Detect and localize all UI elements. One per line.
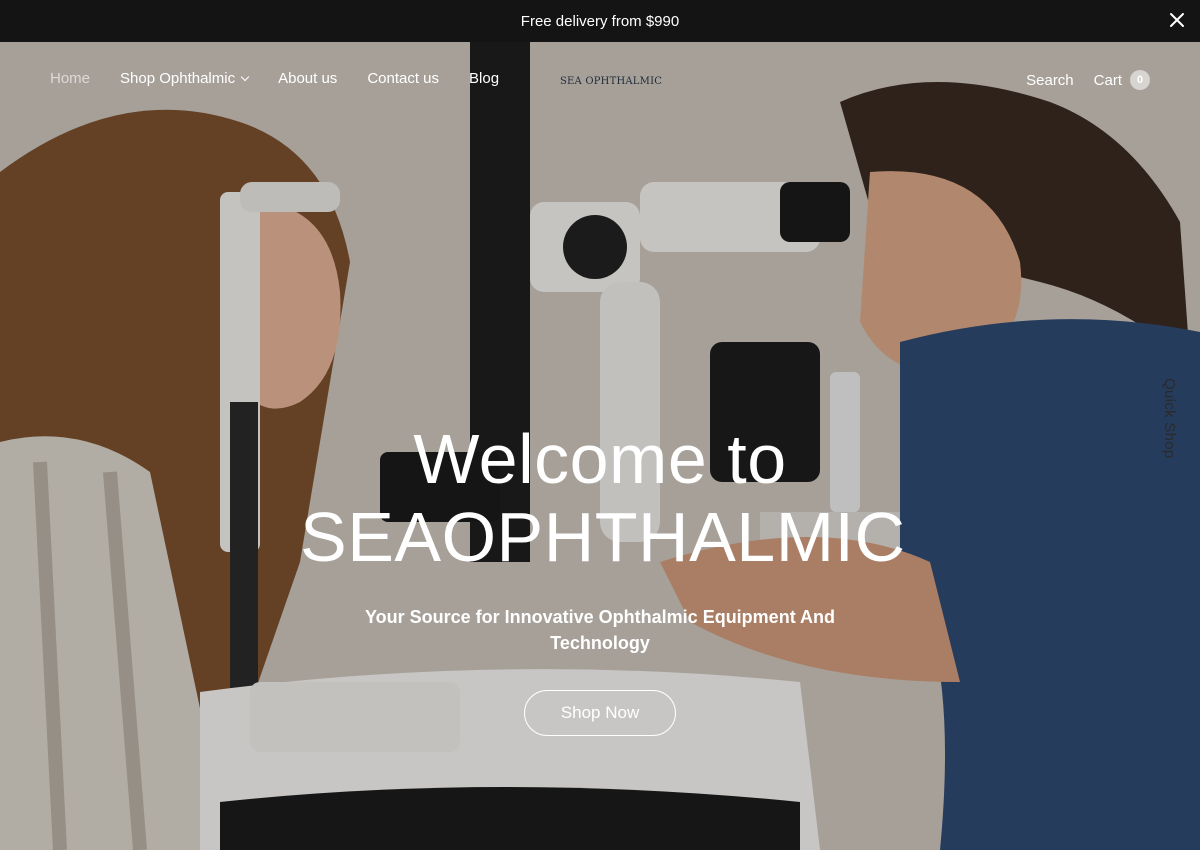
announcement-bar: Free delivery from $990 — [0, 0, 1200, 42]
hero-content: Welcome to SEAOPHTHALMIC Your Source for… — [300, 420, 906, 736]
close-icon[interactable] — [1168, 11, 1186, 29]
hero-title-line1: Welcome to — [413, 420, 787, 498]
nav-about-us[interactable]: About us — [278, 70, 337, 87]
nav-contact-us[interactable]: Contact us — [367, 70, 439, 87]
nav-shop-ophthalmic[interactable]: Shop Ophthalmic — [120, 70, 250, 87]
nav-shop-label: Shop Ophthalmic — [120, 70, 236, 87]
quick-shop-tab[interactable]: Quick Shop — [1161, 378, 1178, 459]
header-actions: Search Cart 0 — [1026, 70, 1150, 90]
search-link[interactable]: Search — [1026, 72, 1074, 89]
cart-link[interactable]: Cart 0 — [1094, 70, 1150, 90]
site-logo[interactable]: SEA OPHTHALMIC — [560, 76, 662, 87]
hero-subtitle: Your Source for Innovative Ophthalmic Eq… — [364, 607, 836, 653]
nav-home[interactable]: Home — [50, 70, 90, 87]
main-nav: Home Shop Ophthalmic About us Contact us… — [50, 70, 499, 87]
shop-now-button[interactable]: Shop Now — [524, 690, 676, 736]
hero-title-line2: SEAOPHTHALMIC — [300, 498, 906, 576]
site-header: Home Shop Ophthalmic About us Contact us… — [0, 42, 1200, 122]
chevron-down-icon — [240, 72, 250, 82]
nav-blog[interactable]: Blog — [469, 70, 499, 87]
cart-count-badge: 0 — [1130, 70, 1150, 90]
cart-label: Cart — [1093, 71, 1122, 89]
announcement-text: Free delivery from $990 — [520, 12, 680, 30]
hero-title: Welcome to SEAOPHTHALMIC — [300, 420, 906, 576]
